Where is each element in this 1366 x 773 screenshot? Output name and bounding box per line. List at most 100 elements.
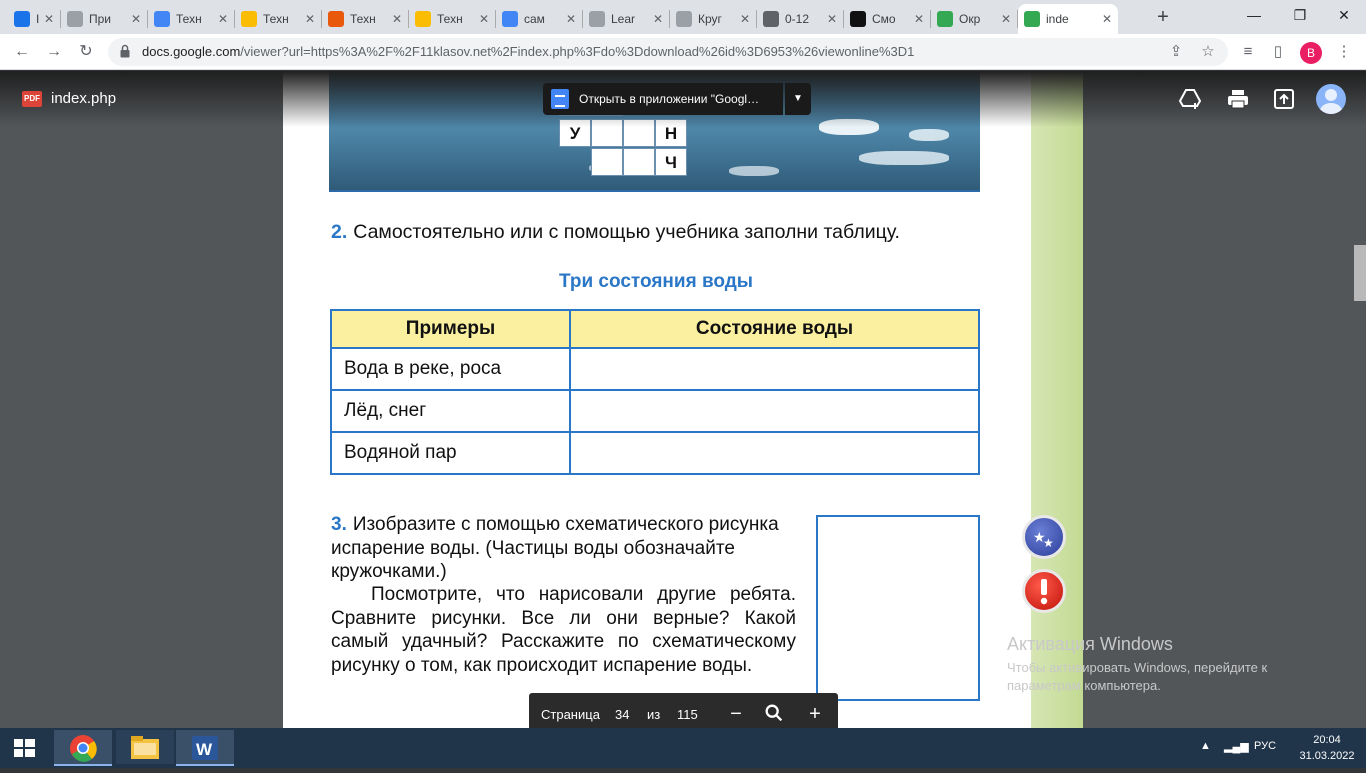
browser-tab[interactable]: При ✕ bbox=[61, 4, 147, 34]
watermark-title: Активация Windows bbox=[1007, 634, 1173, 654]
zoom-icon[interactable] bbox=[762, 702, 786, 726]
reload-button[interactable]: ↻ bbox=[74, 40, 98, 64]
menu-kebab-icon[interactable]: ⋮ bbox=[1334, 42, 1354, 62]
zoom-in-button[interactable]: + bbox=[803, 702, 827, 726]
taskbar-word[interactable]: W bbox=[176, 730, 234, 766]
input-language[interactable]: РУС bbox=[1254, 740, 1276, 752]
tab-close-icon[interactable]: ✕ bbox=[1001, 12, 1011, 26]
browser-tab[interactable]: Техн ✕ bbox=[235, 4, 321, 34]
tab-title: inde bbox=[1046, 12, 1069, 26]
tab-close-icon[interactable]: ✕ bbox=[740, 12, 750, 26]
play-icon bbox=[850, 11, 866, 27]
tab-close-icon[interactable]: ✕ bbox=[827, 12, 837, 26]
water-states-table: Примеры Состояние воды Вода в реке, роса… bbox=[330, 309, 980, 475]
minimize-button[interactable]: — bbox=[1232, 0, 1276, 30]
taskbar-file-explorer[interactable] bbox=[116, 730, 174, 766]
tab-title: Lear bbox=[611, 12, 636, 26]
windows-activation-watermark: Активация Windows Чтобы активировать Win… bbox=[1007, 634, 1327, 695]
svg-text:★: ★ bbox=[1043, 536, 1054, 550]
tab-close-icon[interactable]: ✕ bbox=[218, 12, 228, 26]
browser-tab[interactable]: Техн ✕ bbox=[409, 4, 495, 34]
address-bar[interactable]: docs.google.com/viewer?url=https%3A%2F%2… bbox=[108, 38, 1228, 66]
pdf-file-icon: PDF bbox=[22, 91, 42, 107]
table-title: Три состояния воды bbox=[558, 271, 754, 292]
system-clock[interactable]: 20:04 31.03.2022 bbox=[1296, 732, 1358, 764]
share-icon[interactable]: ⇪ bbox=[1166, 42, 1186, 62]
site-icon bbox=[67, 11, 83, 27]
tab-close-icon[interactable]: ✕ bbox=[914, 12, 924, 26]
pdf-page: У Н Ч 2. Самостоятельно или с помощью уче… bbox=[283, 71, 1083, 728]
network-icon[interactable]: ▂▄▆ bbox=[1224, 740, 1249, 753]
new-tab-button[interactable]: + bbox=[1152, 6, 1174, 28]
taskbar-chrome[interactable] bbox=[54, 730, 112, 766]
close-window-button[interactable]: ✕ bbox=[1322, 0, 1366, 30]
browser-tab[interactable]: 0-12 ✕ bbox=[757, 4, 843, 34]
browser-tab[interactable]: Смо ✕ bbox=[844, 4, 930, 34]
tab-close-icon[interactable]: ✕ bbox=[479, 12, 489, 26]
bookmark-star-icon[interactable]: ☆ bbox=[1198, 42, 1218, 62]
toolbox-icon bbox=[328, 11, 344, 27]
google-drive-icon bbox=[1024, 11, 1040, 27]
browser-tab[interactable]: Техн ✕ bbox=[322, 4, 408, 34]
tab-title: Окр bbox=[959, 12, 981, 26]
yellow-bar-icon bbox=[241, 11, 257, 27]
tab-close-icon[interactable]: ✕ bbox=[305, 12, 315, 26]
page-number-current[interactable]: 34 bbox=[615, 707, 629, 722]
page-decorative-band bbox=[1031, 71, 1083, 728]
tab-close-icon[interactable]: ✕ bbox=[566, 12, 576, 26]
profile-avatar[interactable]: B bbox=[1300, 42, 1322, 64]
browser-tab[interactable]: inde ✕ bbox=[1018, 4, 1118, 34]
open-in-app-label: Открыть в приложении "Googl… bbox=[579, 92, 760, 106]
google-icon bbox=[502, 11, 518, 27]
watermark-subtitle: Чтобы активировать Windows, перейдите к … bbox=[1007, 660, 1268, 693]
browser-tab[interactable]: Круг ✕ bbox=[670, 4, 756, 34]
tab-title: Круг bbox=[698, 12, 722, 26]
tab-title: Техн bbox=[437, 12, 463, 26]
open-in-app-button[interactable]: Открыть в приложении "Googl… bbox=[543, 83, 783, 115]
clock-date: 31.03.2022 bbox=[1299, 750, 1355, 762]
windows-start-button[interactable] bbox=[0, 728, 50, 768]
tab-title: I bbox=[36, 12, 40, 26]
table-cell: Лёд, снег bbox=[330, 389, 571, 433]
browser-tab[interactable]: I ✕ bbox=[8, 4, 60, 34]
browser-tab[interactable]: сам ✕ bbox=[496, 4, 582, 34]
reading-list-icon[interactable]: ≡ bbox=[1238, 42, 1258, 62]
account-avatar[interactable] bbox=[1316, 84, 1346, 114]
tray-arrow-icon[interactable]: ▲ bbox=[1200, 740, 1211, 752]
print-icon[interactable] bbox=[1225, 87, 1251, 113]
yellow-bar-icon bbox=[415, 11, 431, 27]
tab-title: Смо bbox=[872, 12, 896, 26]
tab-close-icon[interactable]: ✕ bbox=[131, 12, 141, 26]
tab-close-icon[interactable]: ✕ bbox=[1102, 12, 1112, 26]
tab-title: Техн bbox=[263, 12, 289, 26]
tab-title: 0-12 bbox=[785, 12, 810, 26]
google-docs-icon bbox=[551, 89, 569, 109]
tab-close-icon[interactable]: ✕ bbox=[653, 12, 663, 26]
restore-button[interactable]: ❐ bbox=[1278, 0, 1322, 30]
windows-taskbar: W ▲ ▂▄▆ РУС 20:04 31.03.2022 bbox=[0, 728, 1366, 768]
table-cell bbox=[569, 347, 980, 391]
lock-icon[interactable] bbox=[120, 44, 130, 58]
add-to-drive-icon[interactable] bbox=[1177, 87, 1203, 113]
zoom-out-button[interactable]: − bbox=[724, 702, 748, 726]
table-cell bbox=[569, 389, 980, 433]
browser-tab[interactable]: Lear ✕ bbox=[583, 4, 669, 34]
viewer-header: PDF index.php Открыть в приложении "Goog… bbox=[0, 71, 1366, 127]
browser-tab[interactable]: Окр ✕ bbox=[931, 4, 1017, 34]
table-row: Вода в реке, роса bbox=[330, 347, 980, 391]
table-row: Водяной пар bbox=[330, 431, 980, 475]
tab-close-icon[interactable]: ✕ bbox=[392, 12, 402, 26]
google-icon bbox=[154, 11, 170, 27]
scrollbar-thumb[interactable] bbox=[1354, 245, 1366, 301]
tab-strip: I ✕ При ✕ Техн ✕ Техн ✕ Техн ✕ Техн ✕ сам ✕ Lear ✕ Круг ✕… bbox=[0, 0, 1366, 34]
forward-button[interactable]: → bbox=[42, 40, 66, 64]
back-button[interactable]: ← bbox=[10, 40, 34, 64]
open-new-window-icon[interactable] bbox=[1271, 87, 1297, 113]
browser-toolbar: ← → ↻ docs.google.com/viewer?url=https%3… bbox=[0, 34, 1366, 70]
tab-close-icon[interactable]: ✕ bbox=[44, 12, 54, 26]
open-in-app-dropdown-button[interactable]: ▼ bbox=[785, 83, 811, 115]
warning-badge-icon bbox=[1022, 569, 1066, 613]
side-panel-icon[interactable]: ▯ bbox=[1268, 42, 1288, 62]
browser-tab[interactable]: Техн ✕ bbox=[148, 4, 234, 34]
tab-title: сам bbox=[524, 12, 545, 26]
